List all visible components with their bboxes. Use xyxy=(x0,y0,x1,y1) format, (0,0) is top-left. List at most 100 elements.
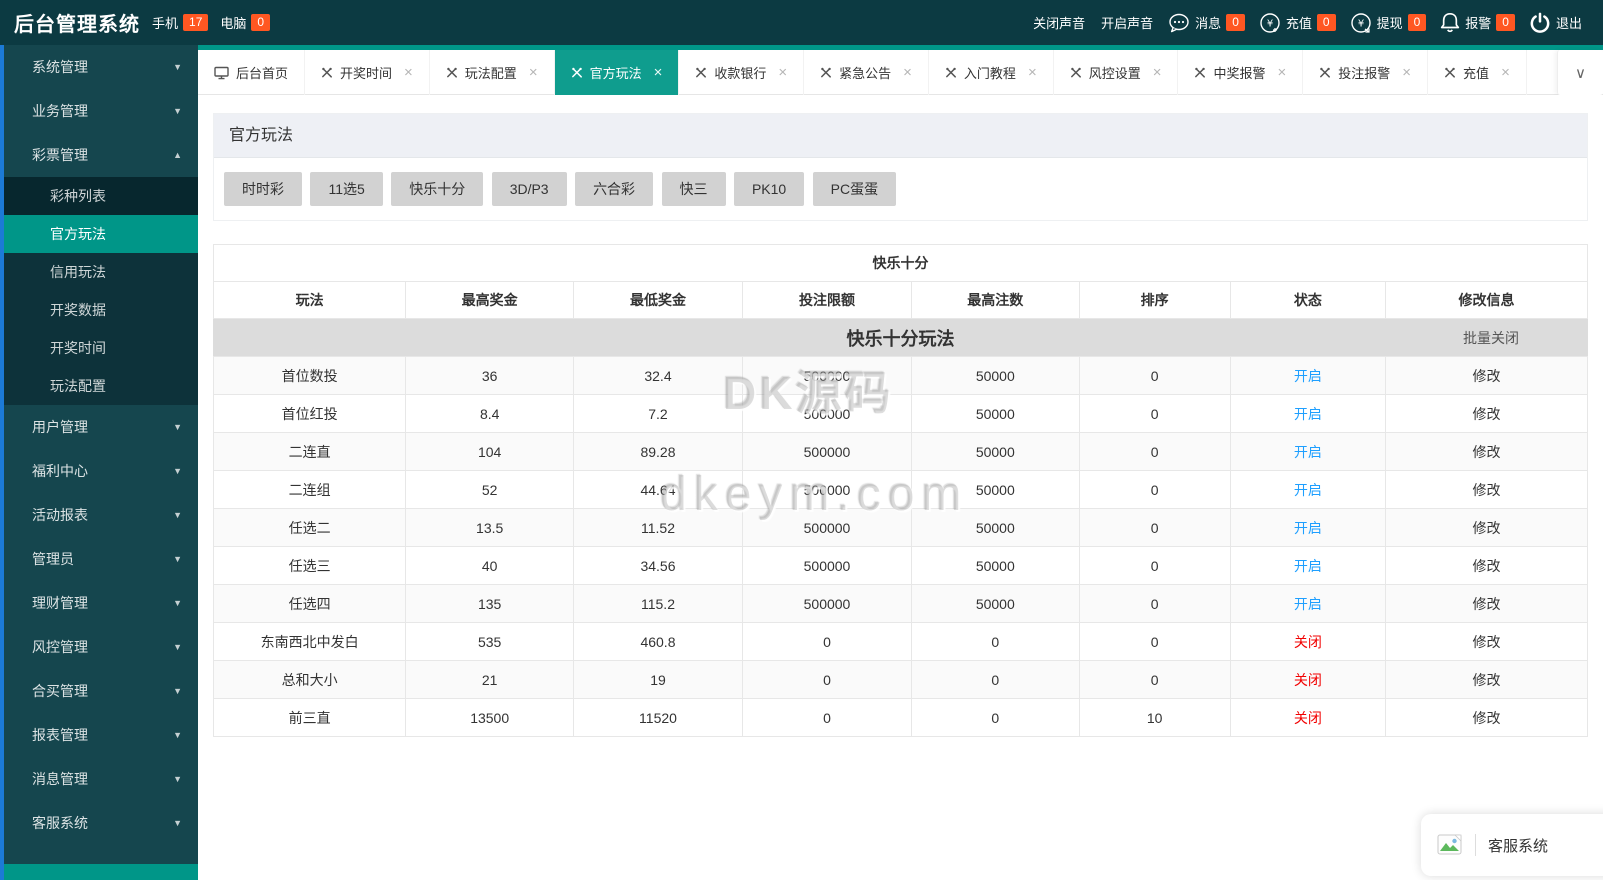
status-toggle-link[interactable]: 关闭 xyxy=(1294,710,1322,726)
sort-cell: 0 xyxy=(1079,547,1230,585)
edit-link[interactable]: 修改 xyxy=(1472,368,1500,384)
tab-close-icon[interactable]: × xyxy=(1153,64,1162,81)
sidebar-submenu-item[interactable]: 官方玩法 xyxy=(4,215,198,253)
edit-link[interactable]: 修改 xyxy=(1472,406,1500,422)
tab-close-icon[interactable]: × xyxy=(404,64,413,81)
sidebar-menu-item[interactable]: 报表管理 ▼ xyxy=(4,713,198,757)
edit-link[interactable]: 修改 xyxy=(1472,634,1500,650)
table-row: 任选二 13.5 11.52 500000 50000 0 开启 修改 xyxy=(214,509,1588,547)
tab-close-icon[interactable]: × xyxy=(1501,64,1510,81)
game-type-button[interactable]: 六合彩 xyxy=(575,172,653,206)
edit-link[interactable]: 修改 xyxy=(1472,482,1500,498)
tab-close-icon[interactable]: × xyxy=(778,64,787,81)
tab-close-icon[interactable]: × xyxy=(529,64,538,81)
status-toggle-link[interactable]: 开启 xyxy=(1294,444,1322,460)
column-header: 修改信息 xyxy=(1385,282,1587,319)
column-header: 最高奖金 xyxy=(406,282,574,319)
sidebar-menu-item[interactable]: 合买管理 ▼ xyxy=(4,669,198,713)
tab-item[interactable]: 收款银行 × xyxy=(679,50,804,95)
sidebar-submenu-item[interactable]: 彩种列表 xyxy=(4,177,198,215)
game-type-button[interactable]: 快三 xyxy=(662,172,726,206)
game-type-button[interactable]: PK10 xyxy=(734,172,804,206)
withdraw-button[interactable]: ¥ 提现 0 xyxy=(1350,12,1427,34)
sidebar-submenu-label: 开奖数据 xyxy=(50,302,106,318)
status-toggle-link[interactable]: 开启 xyxy=(1294,368,1322,384)
tab-item[interactable]: 充值 × xyxy=(1428,50,1527,95)
bet-limit-cell: 0 xyxy=(742,623,911,661)
play-name-cell: 任选二 xyxy=(214,509,406,547)
status-toggle-link[interactable]: 开启 xyxy=(1294,558,1322,574)
edit-link[interactable]: 修改 xyxy=(1472,596,1500,612)
sidebar-submenu-item[interactable]: 信用玩法 xyxy=(4,253,198,291)
recharge-count-badge: 0 xyxy=(1317,14,1336,31)
edit-link[interactable]: 修改 xyxy=(1472,444,1500,460)
sidebar-menu-item[interactable]: 福利中心 ▼ xyxy=(4,449,198,493)
game-type-button[interactable]: 时时彩 xyxy=(224,172,302,206)
tab-item[interactable]: 入门教程 × xyxy=(929,50,1054,95)
tab-home[interactable]: 后台首页 xyxy=(198,50,305,95)
status-toggle-link[interactable]: 关闭 xyxy=(1294,672,1322,688)
edit-cell: 修改 xyxy=(1385,357,1587,395)
status-toggle-link[interactable]: 开启 xyxy=(1294,406,1322,422)
tab-overflow-button[interactable]: ∨ xyxy=(1557,50,1603,95)
logout-button[interactable]: 退出 xyxy=(1529,12,1582,34)
sidebar-menu-label: 福利中心 xyxy=(32,463,88,479)
sidebar-submenu-item[interactable]: 玩法配置 xyxy=(4,367,198,405)
max-bets-cell: 0 xyxy=(911,699,1079,737)
table-body: 首位数投 36 32.4 500000 50000 0 开启 修改 xyxy=(214,357,1588,737)
tab-close-icon[interactable]: × xyxy=(1402,64,1411,81)
tab-close-icon[interactable]: × xyxy=(1028,64,1037,81)
edit-link[interactable]: 修改 xyxy=(1472,672,1500,688)
status-toggle-link[interactable]: 关闭 xyxy=(1294,634,1322,650)
sidebar-menu-item[interactable]: 消息管理 ▼ xyxy=(4,757,198,801)
batch-close-button[interactable]: 批量关闭 xyxy=(1463,328,1519,348)
sidebar-menu-item[interactable]: 系统管理 ▼ xyxy=(4,45,198,89)
game-type-button[interactable]: 快乐十分 xyxy=(391,172,483,206)
min-prize-cell: 19 xyxy=(573,661,742,699)
chevron-icon: ▼ xyxy=(173,801,182,845)
messages-button[interactable]: 消息 0 xyxy=(1168,13,1245,33)
tab-item[interactable]: 官方玩法 × xyxy=(555,50,680,95)
play-name-cell: 任选四 xyxy=(214,585,406,623)
sidebar-menu-item[interactable]: 客服系统 ▼ xyxy=(4,801,198,845)
mute-sound-button[interactable]: 关闭声音 xyxy=(1033,13,1085,32)
column-header: 状态 xyxy=(1230,282,1385,319)
game-type-button[interactable]: 11选5 xyxy=(310,172,382,206)
sidebar-menu-item[interactable]: 风控管理 ▼ xyxy=(4,625,198,669)
tab-item[interactable]: 紧急公告 × xyxy=(804,50,929,95)
sidebar-menu-label: 系统管理 xyxy=(32,59,88,75)
game-type-button[interactable]: PC蛋蛋 xyxy=(813,172,896,206)
status-cell: 关闭 xyxy=(1230,661,1385,699)
tab-item[interactable]: 中奖报警 × xyxy=(1178,50,1303,95)
alarm-button[interactable]: 报警 0 xyxy=(1440,12,1515,34)
status-toggle-link[interactable]: 开启 xyxy=(1294,596,1322,612)
tab-item[interactable]: 投注报警 × xyxy=(1303,50,1428,95)
tab-item[interactable]: 玩法配置 × xyxy=(430,50,555,95)
tab-close-icon[interactable]: × xyxy=(654,64,663,81)
tab-item[interactable]: 开奖时间 × xyxy=(305,50,430,95)
game-type-button[interactable]: 3D/P3 xyxy=(492,172,567,206)
edit-link[interactable]: 修改 xyxy=(1472,710,1500,726)
sidebar-submenu-item[interactable]: 开奖数据 xyxy=(4,291,198,329)
sidebar-menu-item[interactable]: 活动报表 ▼ xyxy=(4,493,198,537)
recharge-button[interactable]: ¥ 充值 0 xyxy=(1259,12,1336,34)
tab-close-icon[interactable]: × xyxy=(903,64,912,81)
customer-service-widget[interactable]: 客服系统 xyxy=(1421,814,1603,876)
sidebar-menu-item[interactable]: 业务管理 ▼ xyxy=(4,89,198,133)
status-toggle-link[interactable]: 开启 xyxy=(1294,482,1322,498)
tab-item[interactable]: 风控设置 × xyxy=(1054,50,1179,95)
max-prize-cell: 535 xyxy=(406,623,574,661)
sidebar-menu-item[interactable]: 彩票管理 ▲ xyxy=(4,133,198,177)
tab-close-icon[interactable]: × xyxy=(1278,64,1287,81)
tools-icon xyxy=(446,67,458,79)
sidebar-menu-item[interactable]: 理财管理 ▼ xyxy=(4,581,198,625)
sidebar-submenu-item[interactable]: 开奖时间 xyxy=(4,329,198,367)
edit-link[interactable]: 修改 xyxy=(1472,520,1500,536)
sidebar-menu-item[interactable]: 管理员 ▼ xyxy=(4,537,198,581)
edit-link[interactable]: 修改 xyxy=(1472,558,1500,574)
unmute-sound-button[interactable]: 开启声音 xyxy=(1101,13,1153,32)
table-row: 二连直 104 89.28 500000 50000 0 开启 修改 xyxy=(214,433,1588,471)
max-prize-cell: 36 xyxy=(406,357,574,395)
status-toggle-link[interactable]: 开启 xyxy=(1294,520,1322,536)
sidebar-menu-item[interactable]: 用户管理 ▼ xyxy=(4,405,198,449)
